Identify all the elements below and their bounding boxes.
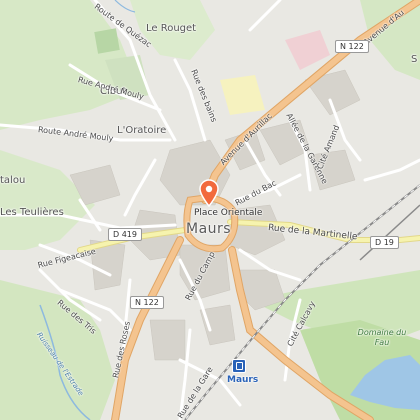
town-label: Maurs xyxy=(186,221,232,237)
place-label-loratoire: L'Oratoire xyxy=(117,125,167,136)
road-shield-d419: D 419 xyxy=(108,228,142,241)
map-view[interactable]: Le Rouget Cibut L'Oratoire Les Teulières… xyxy=(0,0,420,420)
map-pin-icon[interactable] xyxy=(198,179,220,207)
place-label-s: S xyxy=(411,54,418,65)
train-station-icon[interactable] xyxy=(232,359,246,373)
place-label-talou: talou xyxy=(0,175,26,186)
green-label-domaine: Domaine du Fau xyxy=(357,328,407,347)
road-shield-n122-south: N 122 xyxy=(130,296,164,309)
station-label: Maurs xyxy=(227,375,259,385)
road-shield-n122-north: N 122 xyxy=(335,40,369,53)
place-label-le-rouget: Le Rouget xyxy=(146,23,197,34)
road-shield-d19: D 19 xyxy=(370,236,399,249)
place-label-les-teulieres: Les Teulières xyxy=(0,207,64,218)
poi-label: Place Orientale xyxy=(194,208,263,218)
